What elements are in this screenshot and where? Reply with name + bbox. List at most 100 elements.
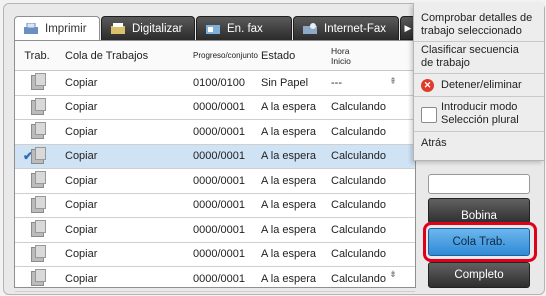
tab-scan[interactable]: Digitalizar [101,16,195,40]
job-name: Copiar [65,101,98,114]
scroll-down-button[interactable]: ⇟ [388,269,398,280]
job-name: Copiar [65,199,98,212]
job-start: Calculando [331,199,387,212]
job-cell: ✔ [15,146,59,164]
job-start: Calculando [331,248,387,261]
col-progress: Progreso/conjunto [193,50,258,60]
job-name: Copiar [65,248,98,261]
table-row[interactable]: Copiar 0000/0001 A la espera Calculando [15,194,415,218]
copy-job-icon [30,122,46,140]
spool-button[interactable]: Bobina [428,198,530,224]
job-state: A la espera [261,101,317,114]
job-state: A la espera [261,150,317,163]
scanner-icon [110,22,126,35]
job-name: Copiar [65,174,98,187]
job-queue-table: Trab. Cola de Trabajos Progreso/conjunto… [14,40,416,292]
tab-internet-fax[interactable]: Internet-Fax [293,16,399,40]
job-state: A la espera [261,174,317,187]
complete-label: Completo [454,269,504,281]
scroll-up-button[interactable]: ⇞ [388,76,398,87]
copy-job-icon [30,269,46,287]
job-name: Copiar [65,125,98,138]
highlight-frame [423,222,537,262]
job-state: A la espera [261,199,317,212]
complete-button[interactable]: Completo [428,262,530,288]
menu-back[interactable]: Atrás [414,132,544,156]
job-progress: 0000/0001 [193,248,245,261]
col-job: Trab. [24,49,50,62]
menu-check-details[interactable]: Comprobar detalles de trabajo selecciona… [414,9,544,42]
copy-job-icon [30,97,46,115]
copy-job-icon [30,171,46,189]
table-row[interactable]: Copiar 0000/0001 A la espera Calculando [15,169,415,194]
job-start: Calculando [331,174,387,187]
job-progress: 0000/0001 [193,272,245,285]
menu-sort-sequence-line1: Clasificar secuencia [421,44,519,56]
job-state: A la espera [261,248,317,261]
job-cell [15,195,59,213]
job-name: Copiar [65,150,98,163]
job-progress: 0000/0001 [193,101,245,114]
table-row[interactable]: Copiar 0000/0001 A la espera Calculando [15,267,415,292]
checkbox-icon [421,107,437,123]
internet-fax-icon [302,22,318,35]
job-cell [15,97,59,115]
table-row[interactable]: Copiar 0000/0001 A la espera Calculando [15,120,415,145]
job-progress: 0000/0001 [193,174,245,187]
copy-job-icon [30,244,46,262]
table-body: Copiar 0100/0100 Sin Papel --- Copiar 0000/00… [15,71,415,292]
col-start-line1: Hora [331,45,350,56]
job-state: A la espera [261,223,317,236]
job-state: A la espera [261,125,317,138]
blank-button[interactable] [428,174,530,194]
job-cell [15,171,59,189]
table-row[interactable]: Copiar 0100/0100 Sin Papel --- [15,71,415,96]
tab-label: Internet-Fax [324,22,386,35]
job-start: Calculando [331,150,387,163]
job-progress: 0000/0001 [193,150,245,163]
table-row[interactable]: ✔ Copiar 0000/0001 A la espera Calculando [15,144,415,169]
table-row[interactable]: Copiar 0000/0001 A la espera Calculando [15,218,415,243]
job-state: Sin Papel [261,76,309,89]
col-start-line2: Inicio [331,55,351,66]
menu-multi-select-line2: Selección plural [441,114,519,126]
tab-label: Digitalizar [132,22,183,35]
menu-stop-delete[interactable]: ✕ Detener/eliminar [414,74,544,97]
tab-fax[interactable]: En. fax [196,16,292,40]
copy-job-icon [30,220,46,238]
table-row[interactable]: Copiar 0000/0001 A la espera Calculando [15,243,415,267]
job-cell [15,122,59,140]
menu-back-label: Atrás [421,137,447,149]
table-header: Trab. Cola de Trabajos Progreso/conjunto… [15,41,415,71]
col-queue: Cola de Trabajos [65,49,149,62]
copy-job-icon [30,73,46,91]
tab-print[interactable]: Imprimir [14,16,100,40]
stop-delete-icon: ✕ [421,79,434,92]
printer-icon [23,22,39,35]
menu-sort-sequence-line2: de trabajo [421,57,470,69]
job-cell [15,269,59,287]
job-name: Copiar [65,223,98,236]
fax-icon [205,23,221,35]
mode-tabs: Imprimir Digitalizar En. fax Internet-Fa… [14,16,416,40]
job-progress: 0000/0001 [193,199,245,212]
job-name: Copiar [65,76,98,89]
job-start: --- [331,76,342,89]
job-start: Calculando [331,101,387,114]
job-progress: 0100/0100 [193,76,245,89]
job-cell [15,73,59,91]
copy-job-icon [30,195,46,213]
menu-multi-select-line1: Introducir modo [441,101,518,113]
job-name: Copiar [65,272,98,285]
menu-check-details-line2: trabajo seleccionado [421,25,522,37]
menu-sort-sequence[interactable]: Clasificar secuencia de trabajo [414,42,544,74]
spool-label: Bobina [461,210,497,222]
job-cell [15,244,59,262]
menu-multi-select[interactable]: Introducir modo Selección plural [414,97,544,132]
job-progress: 0000/0001 [193,125,245,138]
copy-job-icon [30,146,46,164]
table-row[interactable]: Copiar 0000/0001 A la espera Calculando [15,96,415,120]
job-start: Calculando [331,125,387,138]
chevron-right-icon: ▶ [404,22,412,33]
job-progress: 0000/0001 [193,223,245,236]
